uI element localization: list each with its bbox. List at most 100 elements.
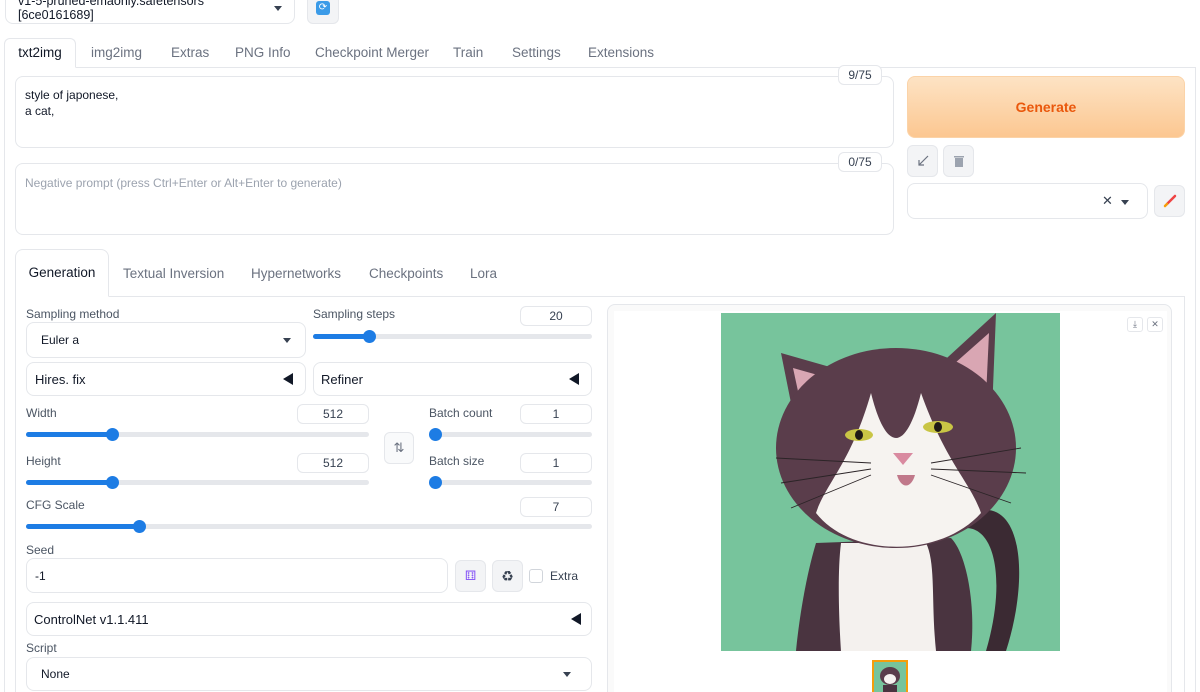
- height-input[interactable]: 512: [297, 453, 369, 473]
- sampling-method-value: Euler a: [41, 333, 80, 347]
- sampling-steps-fill: [313, 334, 369, 339]
- sub-tab-checkpoints[interactable]: Checkpoints: [369, 266, 443, 281]
- tab-extras[interactable]: Extras: [171, 45, 209, 60]
- batch-size-label: Batch size: [429, 454, 485, 468]
- hires-fix-accordion[interactable]: Hires. fix: [26, 362, 306, 396]
- generate-label: Generate: [1015, 99, 1077, 115]
- cat-illustration: [721, 313, 1060, 651]
- refiner-label: Refiner: [321, 371, 363, 387]
- download-button[interactable]: ⤓: [1127, 317, 1143, 332]
- width-label: Width: [26, 406, 57, 420]
- height-slider[interactable]: [26, 476, 369, 489]
- sampling-steps-slider[interactable]: [313, 330, 592, 343]
- cfg-scale-input[interactable]: 7: [520, 497, 592, 517]
- refiner-accordion[interactable]: Refiner: [313, 362, 592, 396]
- model-select[interactable]: v1-5-pruned-emaonly.safetensors [6ce0161…: [5, 0, 295, 24]
- seed-label: Seed: [26, 543, 55, 557]
- download-icon: ⤓: [1133, 319, 1137, 329]
- read-params-button[interactable]: [907, 145, 938, 177]
- main-tab-bar: txt2img img2img Extras PNG Info Checkpoi…: [0, 38, 1200, 68]
- chevron-down-icon: [1121, 200, 1129, 205]
- batch-count-input[interactable]: 1: [520, 404, 592, 424]
- controlnet-accordion[interactable]: ControlNet v1.1.411: [26, 602, 592, 636]
- batch-count-slider[interactable]: [429, 428, 592, 441]
- extra-seed-label: Extra: [550, 569, 579, 583]
- prompt-token-counter: 9/75: [838, 65, 882, 85]
- sub-tab-lora[interactable]: Lora: [470, 266, 497, 281]
- expand-arrow-icon: [283, 373, 293, 385]
- batch-size-thumb[interactable]: [429, 476, 442, 489]
- script-select[interactable]: None: [26, 657, 592, 691]
- styles-dropdown[interactable]: ✕: [907, 183, 1148, 219]
- close-gallery-button[interactable]: ✕: [1147, 317, 1163, 332]
- swap-dimensions-button[interactable]: ⇅: [384, 432, 414, 464]
- clear-styles-icon[interactable]: ✕: [1102, 193, 1113, 209]
- width-thumb[interactable]: [106, 428, 119, 441]
- script-label: Script: [26, 641, 57, 655]
- dice-icon: ⚅: [464, 568, 477, 583]
- swap-icon: ⇅: [393, 440, 405, 455]
- tab-train[interactable]: Train: [453, 45, 483, 60]
- prompt-line-2: a cat,: [25, 104, 55, 118]
- negative-token-counter: 0/75: [838, 152, 882, 172]
- width-slider[interactable]: [26, 428, 369, 441]
- height-fill: [26, 480, 112, 485]
- height-label: Height: [26, 454, 61, 468]
- negative-prompt-placeholder: Negative prompt (press Ctrl+Enter or Alt…: [25, 176, 342, 190]
- edit-styles-button[interactable]: [1154, 185, 1185, 217]
- expand-arrow-icon: [569, 373, 579, 385]
- arrow-icon: [917, 155, 928, 166]
- prompt-textarea[interactable]: style of japonese, a cat,: [15, 76, 894, 148]
- close-icon: ✕: [1151, 319, 1159, 329]
- tab-txt2img[interactable]: txt2img: [4, 38, 76, 68]
- cat-thumbnail-image: [874, 662, 906, 692]
- chevron-down-icon: [274, 5, 282, 11]
- model-select-value: v1-5-pruned-emaonly.safetensors [6ce0161…: [18, 0, 204, 22]
- sampling-method-select[interactable]: Euler a: [26, 322, 306, 358]
- trash-icon: [953, 156, 964, 167]
- prompt-line-1: style of japonese,: [25, 88, 119, 102]
- extra-seed-checkbox[interactable]: [529, 569, 543, 583]
- width-fill: [26, 432, 112, 437]
- width-input[interactable]: 512: [297, 404, 369, 424]
- height-thumb[interactable]: [106, 476, 119, 489]
- refresh-model-button[interactable]: ⟳: [307, 0, 339, 24]
- tab-settings[interactable]: Settings: [512, 45, 561, 60]
- generate-button[interactable]: Generate: [907, 76, 1185, 138]
- random-seed-button[interactable]: ⚅: [455, 560, 486, 592]
- tab-img2img[interactable]: img2img: [91, 45, 142, 60]
- cfg-scale-slider[interactable]: [26, 520, 592, 533]
- reuse-seed-button[interactable]: ♻: [492, 560, 523, 592]
- sampling-steps-label: Sampling steps: [313, 307, 396, 321]
- batch-size-input[interactable]: 1: [520, 453, 592, 473]
- hires-fix-label: Hires. fix: [35, 371, 86, 387]
- batch-count-label: Batch count: [429, 406, 493, 420]
- sub-tab-generation[interactable]: Generation: [15, 249, 109, 297]
- expand-arrow-icon: [571, 613, 581, 625]
- tab-checkpoint-merger[interactable]: Checkpoint Merger: [315, 45, 429, 60]
- paintbrush-icon: [1163, 194, 1176, 208]
- seed-value: -1: [35, 568, 46, 583]
- sampling-steps-input[interactable]: 20: [520, 306, 592, 326]
- tab-extensions[interactable]: Extensions: [588, 45, 654, 60]
- clear-prompt-button[interactable]: [943, 145, 974, 177]
- sub-tab-textual-inversion[interactable]: Textual Inversion: [123, 266, 224, 281]
- controlnet-label: ControlNet v1.1.411: [34, 611, 149, 627]
- sub-tab-hypernetworks[interactable]: Hypernetworks: [251, 266, 341, 281]
- cfg-scale-label: CFG Scale: [26, 498, 85, 512]
- gallery-thumbnail[interactable]: [872, 660, 908, 692]
- chevron-down-icon: [283, 337, 291, 343]
- batch-size-slider[interactable]: [429, 476, 592, 489]
- generated-image[interactable]: [721, 313, 1060, 651]
- refresh-icon: ⟳: [316, 1, 330, 15]
- batch-count-thumb[interactable]: [429, 428, 442, 441]
- recycle-icon: ♻: [501, 567, 514, 584]
- negative-prompt-textarea[interactable]: Negative prompt (press Ctrl+Enter or Alt…: [15, 163, 894, 235]
- cfg-scale-fill: [26, 524, 139, 529]
- script-value: None: [41, 667, 70, 681]
- sampling-steps-thumb[interactable]: [363, 330, 376, 343]
- sampling-method-label: Sampling method: [26, 307, 120, 321]
- tab-png-info[interactable]: PNG Info: [235, 45, 291, 60]
- seed-input[interactable]: -1: [26, 558, 448, 593]
- cfg-scale-thumb[interactable]: [133, 520, 146, 533]
